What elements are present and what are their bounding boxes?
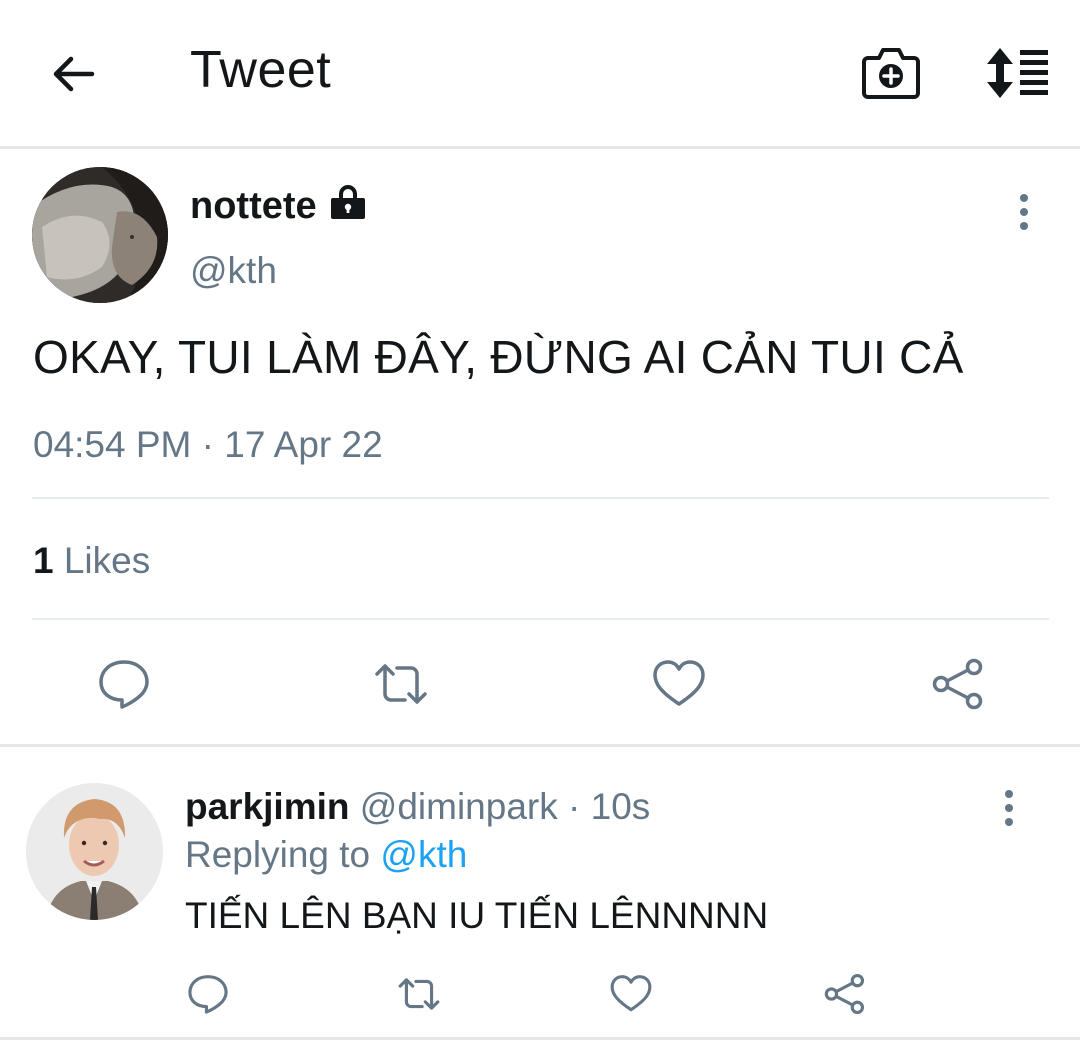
reply-share-button[interactable] xyxy=(820,970,868,1018)
share-button[interactable] xyxy=(927,654,987,714)
likes-count[interactable]: 1 Likes xyxy=(33,540,150,582)
replying-to: Replying to @kth xyxy=(185,834,467,876)
comment-icon xyxy=(186,972,230,1016)
tweet-time: 04:54 PM xyxy=(33,424,192,465)
meta-separator: · xyxy=(201,424,214,465)
replying-to-mention[interactable]: @kth xyxy=(380,834,467,875)
share-icon xyxy=(822,972,866,1016)
divider xyxy=(32,497,1049,499)
heart-icon xyxy=(651,656,707,712)
tweet-date: 17 Apr 22 xyxy=(224,424,383,465)
app-header: Tweet xyxy=(0,0,1080,146)
section-divider xyxy=(0,1037,1080,1040)
retweet-icon xyxy=(395,972,443,1016)
page-title: Tweet xyxy=(190,41,332,99)
divider xyxy=(32,618,1049,620)
back-arrow-icon[interactable] xyxy=(48,48,100,100)
tweet-text: OKAY, TUI LÀM ĐÂY, ĐỪNG AI CẢN TUI CẢ xyxy=(33,331,964,383)
reply-reply-button[interactable] xyxy=(184,970,232,1018)
reply-retweet-button[interactable] xyxy=(395,970,443,1018)
header-divider xyxy=(0,146,1080,149)
replying-to-label: Replying to xyxy=(185,834,371,875)
heart-icon xyxy=(609,972,653,1016)
reply-author-handle[interactable]: @diminpark xyxy=(360,786,558,827)
share-icon xyxy=(929,656,985,712)
tweet-timestamp: 04:54 PM · 17 Apr 22 xyxy=(33,424,383,466)
reply-header: parkjimin @diminpark · 10s xyxy=(185,786,650,828)
retweet-button[interactable] xyxy=(371,654,431,714)
reply-text: TIẾN LÊN BẠN IU TIẾN LÊNNNNN xyxy=(185,895,769,936)
author-avatar[interactable] xyxy=(32,167,168,303)
reply-meta-separator: · xyxy=(568,786,581,827)
likes-number: 1 xyxy=(33,540,54,581)
reply-time: 10s xyxy=(590,786,651,827)
reply-author-avatar[interactable] xyxy=(26,783,163,920)
sort-list-icon[interactable] xyxy=(982,44,1052,102)
camera-plus-icon[interactable] xyxy=(860,44,922,102)
reply-like-button[interactable] xyxy=(607,970,655,1018)
more-vertical-icon[interactable] xyxy=(994,788,1024,828)
comment-icon xyxy=(96,656,152,712)
reply-button[interactable] xyxy=(94,654,154,714)
lock-icon xyxy=(328,182,368,222)
section-divider xyxy=(0,744,1080,747)
like-button[interactable] xyxy=(649,654,709,714)
more-vertical-icon[interactable] xyxy=(1008,192,1040,232)
author-name[interactable]: nottete xyxy=(190,185,317,228)
retweet-icon xyxy=(371,656,431,712)
likes-label: Likes xyxy=(63,540,151,581)
reply-author-name[interactable]: parkjimin xyxy=(185,786,350,827)
author-handle[interactable]: @kth xyxy=(190,250,277,292)
